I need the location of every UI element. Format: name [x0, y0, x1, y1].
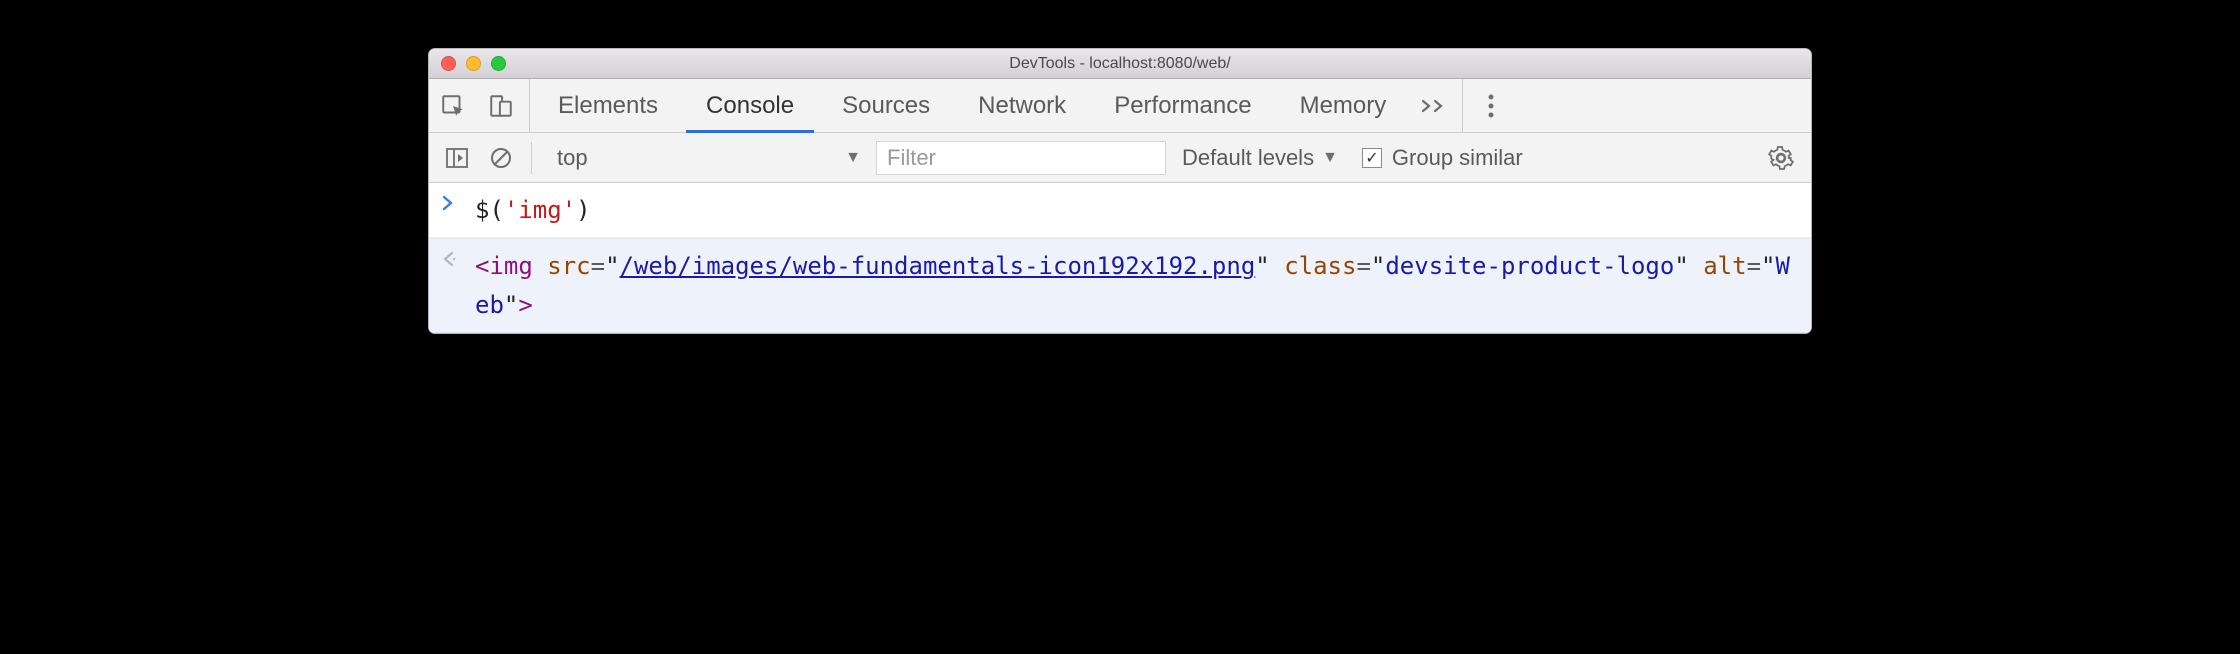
console-result-row[interactable]: <img src="/web/images/web-fundamentals-i… [429, 238, 1811, 333]
separator [529, 79, 530, 132]
attr-value: devsite-product-logo [1385, 252, 1674, 280]
titlebar[interactable]: DevTools - localhost:8080/web/ [429, 49, 1811, 79]
dropdown-triangle-icon: ▼ [1322, 149, 1338, 167]
element-tag: <img [475, 252, 533, 280]
attr-eq: = [591, 252, 605, 280]
zoom-window-button[interactable] [491, 56, 506, 71]
tab-memory[interactable]: Memory [1276, 79, 1411, 132]
tab-elements[interactable]: Elements [534, 79, 682, 132]
window-title: DevTools - localhost:8080/web/ [429, 55, 1811, 73]
context-select[interactable]: top ▼ [542, 140, 872, 176]
code-token: ) [576, 196, 590, 224]
console-settings-icon[interactable] [1759, 145, 1803, 171]
attr-name: class [1284, 252, 1356, 280]
separator [531, 142, 532, 174]
code-token: ( [489, 196, 503, 224]
close-window-button[interactable] [441, 56, 456, 71]
element-tag: > [518, 291, 532, 319]
inspect-element-icon[interactable] [429, 79, 477, 132]
tab-console[interactable]: Console [682, 79, 818, 132]
quote: " [1371, 252, 1385, 280]
log-levels-label: Default levels [1182, 145, 1314, 171]
prompt-chevron-icon [441, 191, 469, 213]
attr-eq: = [1747, 252, 1761, 280]
minimize-window-button[interactable] [466, 56, 481, 71]
tabs: ElementsConsoleSourcesNetworkPerformance… [534, 79, 1410, 132]
tab-performance[interactable]: Performance [1090, 79, 1275, 132]
attr-value-link[interactable]: /web/images/web-fundamentals-icon192x192… [620, 252, 1256, 280]
quote: " [1761, 252, 1775, 280]
tab-network[interactable]: Network [954, 79, 1090, 132]
filter-input[interactable] [876, 141, 1166, 175]
quote: " [605, 252, 619, 280]
tabs-overflow-icon[interactable] [1410, 79, 1458, 132]
devtools-window: DevTools - localhost:8080/web/ ElementsC… [428, 48, 1812, 334]
code-token: $ [475, 196, 489, 224]
separator [1462, 79, 1463, 132]
clear-console-icon[interactable] [481, 138, 521, 178]
checkbox-icon[interactable]: ✓ [1362, 148, 1382, 168]
quote: " [1674, 252, 1688, 280]
attr-eq: = [1356, 252, 1370, 280]
group-similar-toggle[interactable]: ✓ Group similar [1354, 145, 1523, 171]
dropdown-triangle-icon: ▼ [845, 149, 861, 167]
console-toolbar: top ▼ Default levels ▼ ✓ Group similar [429, 133, 1811, 183]
code-token: 'img' [504, 196, 576, 224]
log-levels-select[interactable]: Default levels ▼ [1170, 145, 1350, 171]
quote: " [1255, 252, 1269, 280]
console-output: $('img') <img src="/web/images/web-funda… [429, 183, 1811, 333]
attr-name: src [547, 252, 590, 280]
attr-name: alt [1703, 252, 1746, 280]
group-similar-label: Group similar [1392, 145, 1523, 171]
tabbar: ElementsConsoleSourcesNetworkPerformance… [429, 79, 1811, 133]
traffic-lights [429, 56, 506, 71]
tab-sources[interactable]: Sources [818, 79, 954, 132]
quote: " [504, 291, 518, 319]
console-input-code: $('img') [469, 191, 1799, 229]
console-input-row[interactable]: $('img') [429, 183, 1811, 238]
console-result-element[interactable]: <img src="/web/images/web-fundamentals-i… [469, 247, 1799, 324]
device-toolbar-icon[interactable] [477, 79, 525, 132]
toggle-sidebar-icon[interactable] [437, 138, 477, 178]
more-options-icon[interactable] [1467, 79, 1515, 132]
context-select-value: top [557, 145, 588, 171]
result-chevron-icon [441, 247, 469, 269]
